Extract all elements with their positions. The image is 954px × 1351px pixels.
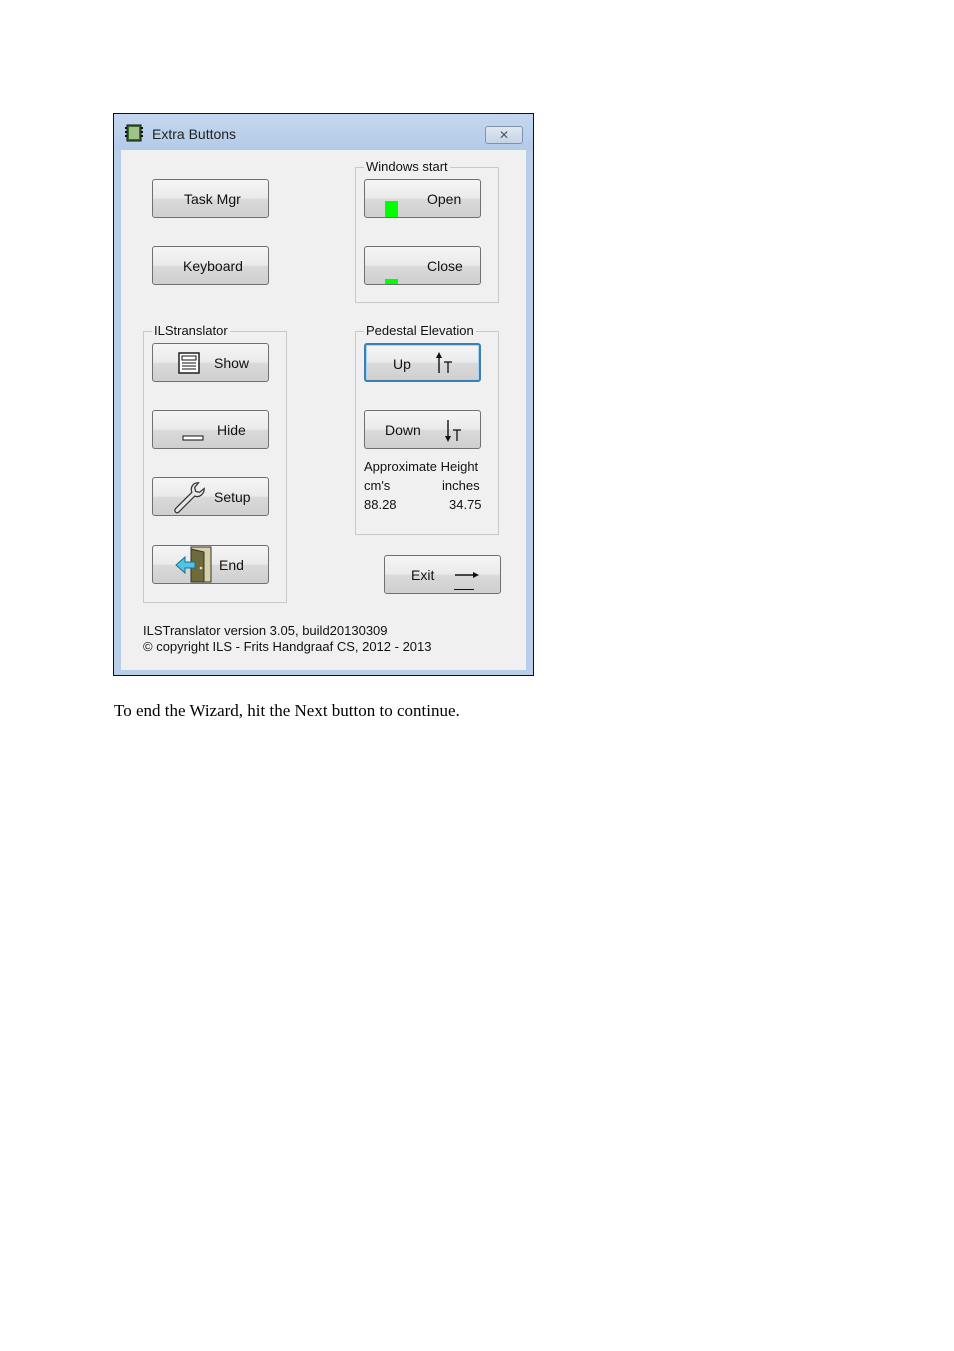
inches-label: inches [442,478,480,493]
exit-door-icon [175,546,212,583]
end-button[interactable]: End [152,545,269,584]
end-label: End [219,557,244,573]
close-button[interactable]: Close [364,246,481,285]
cm-label: cm's [364,478,391,493]
copyright-text: © copyright ILS - Frits Handgraaf CS, 20… [143,639,432,654]
down-label: Down [385,422,421,438]
exit-button[interactable]: Exit [384,555,501,594]
exit-underline [454,589,474,590]
show-label: Show [214,355,250,371]
open-indicator [385,201,398,217]
open-button[interactable]: Open [364,179,481,218]
up-label: Up [393,356,411,372]
window-title: Extra Buttons [152,126,237,142]
extra-buttons-window: Extra Buttons ✕ Windows start ILStransla… [113,113,534,676]
keyboard-button[interactable]: Keyboard [152,246,269,285]
exit-label: Exit [411,567,435,583]
arrow-down-icon [445,420,461,442]
client-area: Windows start ILStranslator Pedestal Ele… [121,150,526,670]
close-indicator [385,279,398,284]
hide-label: Hide [217,422,246,438]
arrow-up-icon [436,352,452,373]
wrench-icon [174,482,205,514]
instruction-caption: To end the Wizard, hit the Next button t… [114,701,460,720]
task-mgr-button[interactable]: Task Mgr [152,179,269,218]
window-show-icon [178,352,200,374]
ilstranslator-label: ILStranslator [152,323,230,338]
close-icon: ✕ [498,128,510,142]
down-button[interactable]: Down [364,410,481,449]
hide-button[interactable]: Hide [152,410,269,449]
up-button[interactable]: Up [364,343,481,382]
title-bar[interactable]: Extra Buttons ✕ [114,114,533,150]
setup-button[interactable]: Setup [152,477,269,516]
windows-start-label: Windows start [364,159,450,174]
approx-height-label: Approximate Height [364,459,479,474]
arrow-right-icon [455,572,479,578]
open-label: Open [427,191,462,207]
minimize-icon [182,435,204,441]
app-icon [125,124,143,142]
close-label: Close [427,258,463,274]
show-button[interactable]: Show [152,343,269,382]
pedestal-elevation-label: Pedestal Elevation [364,323,476,338]
setup-label: Setup [214,489,251,505]
keyboard-label: Keyboard [183,258,243,274]
cm-value: 88.28 [364,497,397,512]
version-text: ILSTranslator version 3.05, build2013030… [143,623,388,638]
task-mgr-label: Task Mgr [184,191,241,207]
inches-value: 34.75 [449,497,482,512]
close-window-button[interactable]: ✕ [485,126,523,144]
